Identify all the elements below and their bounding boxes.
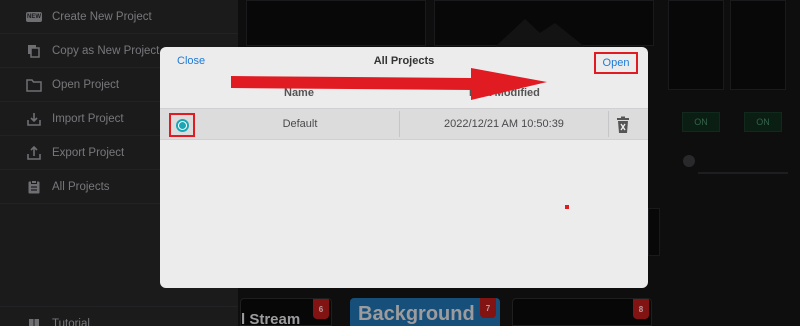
project-last-modified: 2022/12/21 AM 10:50:39 <box>444 118 564 130</box>
dialog-title: All Projects <box>373 55 435 67</box>
trash-icon[interactable] <box>615 116 631 134</box>
open-button[interactable]: Open <box>594 52 638 74</box>
column-divider <box>608 111 609 137</box>
project-row[interactable]: Default 2022/12/21 AM 10:50:39 <box>160 108 648 140</box>
radio-selected-icon <box>175 118 189 132</box>
project-radio-button[interactable] <box>169 113 195 137</box>
annotation-dot <box>565 205 569 209</box>
project-name: Default <box>282 118 318 130</box>
annotation-arrow-icon <box>231 68 547 100</box>
